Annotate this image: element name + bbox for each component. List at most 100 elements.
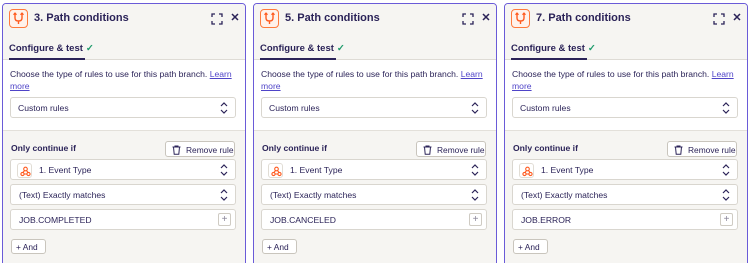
check-icon: ✓ (336, 43, 345, 54)
rule-type-description: Choose the type of rules to use for this… (261, 69, 487, 92)
chevron-updown-icon (471, 189, 479, 201)
field-label: 1. Event Type (541, 165, 594, 175)
trash-icon (172, 145, 181, 155)
and-text: And (273, 242, 289, 252)
panel-title: 3. Path conditions (34, 12, 129, 24)
remove-rule-button[interactable]: Remove rule (416, 141, 486, 157)
condition-select[interactable]: (Text) Exactly matches (10, 184, 236, 205)
expand-icon[interactable] (211, 12, 223, 25)
path-conditions-panels: 3. Path conditions ✕ Configure & test ✓ C… (0, 0, 750, 263)
panel-title: 7. Path conditions (536, 12, 631, 24)
and-label: + And (16, 242, 38, 252)
tab-label: Configure & test (511, 43, 585, 54)
tab-bar: Configure & test ✓ (254, 33, 496, 60)
tab-underline (9, 58, 85, 60)
chevron-updown-icon (471, 102, 479, 114)
webhook-icon (519, 163, 534, 178)
description-text: Choose the type of rules to use for this… (10, 69, 208, 79)
close-icon[interactable]: ✕ (480, 12, 492, 24)
tab-bar: Configure & test ✓ (3, 33, 245, 60)
chevron-updown-icon (722, 189, 730, 201)
field-label: 1. Event Type (39, 165, 92, 175)
tab-label: Configure & test (9, 43, 83, 54)
rule-type-select[interactable]: Custom rules (512, 97, 738, 118)
panel-header: 7. Path conditions ✕ (505, 4, 747, 33)
condition-select[interactable]: (Text) Exactly matches (512, 184, 738, 205)
tab-configure-test[interactable]: Configure & test ✓ (511, 43, 596, 54)
panel-header: 5. Path conditions ✕ (254, 4, 496, 33)
remove-rule-button[interactable]: Remove rule (165, 141, 235, 157)
plus-icon[interactable]: + (469, 213, 482, 226)
panel-title: 5. Path conditions (285, 12, 380, 24)
tab-configure-test[interactable]: Configure & test ✓ (9, 43, 94, 54)
check-icon: ✓ (587, 43, 596, 54)
and-label: + And (518, 242, 540, 252)
plus-icon[interactable]: + (218, 213, 231, 226)
remove-rule-label: Remove rule (186, 144, 234, 155)
only-continue-label: Only continue if (11, 143, 76, 153)
value-input[interactable]: JOB.CANCELED + (261, 209, 487, 230)
plus-icon[interactable]: + (720, 213, 733, 226)
tab-underline (511, 58, 587, 60)
only-continue-label: Only continue if (513, 143, 578, 153)
panel-header: 3. Path conditions ✕ (3, 4, 245, 33)
remove-rule-label: Remove rule (688, 144, 736, 155)
remove-rule-button[interactable]: Remove rule (667, 141, 737, 157)
trash-icon (423, 145, 432, 155)
value-input[interactable]: JOB.COMPLETED + (10, 209, 236, 230)
condition-select[interactable]: (Text) Exactly matches (261, 184, 487, 205)
chevron-updown-icon (471, 164, 479, 176)
tab-underline (260, 58, 336, 60)
field-select[interactable]: 1. Event Type (512, 159, 738, 180)
tab-bar: Configure & test ✓ (505, 33, 747, 60)
rule-type-value: Custom rules (18, 103, 69, 113)
value-input[interactable]: JOB.ERROR + (512, 209, 738, 230)
tab-configure-test[interactable]: Configure & test ✓ (260, 43, 345, 54)
expand-icon[interactable] (462, 12, 474, 25)
and-button[interactable]: + And (513, 239, 548, 254)
trash-icon (674, 145, 683, 155)
rule-type-description: Choose the type of rules to use for this… (10, 69, 236, 92)
field-select[interactable]: 1. Event Type (261, 159, 487, 180)
rule-type-description: Choose the type of rules to use for this… (512, 69, 738, 92)
and-label: + And (267, 242, 289, 252)
description-text: Choose the type of rules to use for this… (512, 69, 710, 79)
and-button[interactable]: + And (11, 239, 46, 254)
value-text: JOB.ERROR (521, 215, 572, 225)
and-text: And (524, 242, 540, 252)
value-text: JOB.CANCELED (270, 215, 336, 225)
remove-rule-label: Remove rule (437, 144, 485, 155)
condition-value: (Text) Exactly matches (19, 190, 106, 200)
and-button[interactable]: + And (262, 239, 297, 254)
condition-value: (Text) Exactly matches (521, 190, 608, 200)
path-split-icon (9, 9, 28, 28)
path-split-icon (260, 9, 279, 28)
rules-section: Only continue if Remove rule 1. Event Ty… (254, 130, 496, 263)
chevron-updown-icon (722, 164, 730, 176)
rule-type-select[interactable]: Custom rules (10, 97, 236, 118)
rule-type-select[interactable]: Custom rules (261, 97, 487, 118)
field-select[interactable]: 1. Event Type (10, 159, 236, 180)
only-continue-label: Only continue if (262, 143, 327, 153)
description-text: Choose the type of rules to use for this… (261, 69, 459, 79)
chevron-updown-icon (220, 189, 228, 201)
rule-type-value: Custom rules (269, 103, 320, 113)
value-text: JOB.COMPLETED (19, 215, 92, 225)
field-label: 1. Event Type (290, 165, 343, 175)
path-panel: 3. Path conditions ✕ Configure & test ✓ C… (2, 3, 246, 263)
rules-section: Only continue if Remove rule 1. Event Ty… (3, 130, 245, 263)
tab-label: Configure & test (260, 43, 334, 54)
chevron-updown-icon (220, 164, 228, 176)
close-icon[interactable]: ✕ (229, 12, 241, 24)
check-icon: ✓ (85, 43, 94, 54)
chevron-updown-icon (220, 102, 228, 114)
expand-icon[interactable] (713, 12, 725, 25)
chevron-updown-icon (722, 102, 730, 114)
path-split-icon (511, 9, 530, 28)
condition-value: (Text) Exactly matches (270, 190, 357, 200)
close-icon[interactable]: ✕ (731, 12, 743, 24)
rule-type-value: Custom rules (520, 103, 571, 113)
and-text: And (22, 242, 38, 252)
path-panel: 7. Path conditions ✕ Configure & test ✓ C… (504, 3, 748, 263)
webhook-icon (17, 163, 32, 178)
